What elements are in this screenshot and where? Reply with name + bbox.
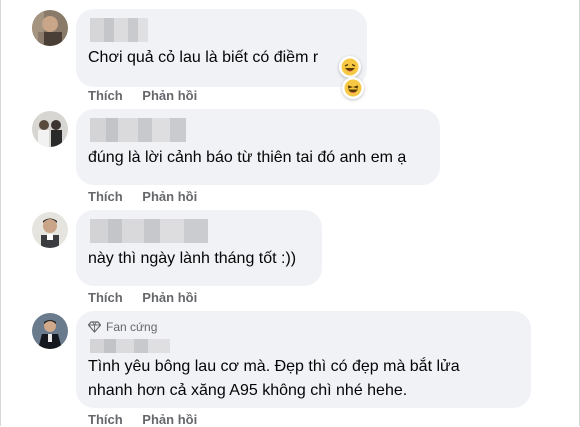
comment-actions: Thích Phản hồi	[88, 412, 213, 427]
avatar[interactable]	[32, 10, 68, 46]
haha-emoji-icon[interactable]	[339, 56, 361, 78]
like-button[interactable]: Thích	[88, 88, 123, 103]
laugh-emoji-icon[interactable]	[342, 77, 364, 99]
avatar[interactable]	[32, 212, 68, 248]
avatar[interactable]	[32, 111, 68, 147]
reply-button[interactable]: Phản hồi	[142, 412, 197, 427]
comment-text: đúng là lời cảnh báo từ thiên tai đó anh…	[88, 149, 407, 166]
comment-bubble: đúng là lời cảnh báo từ thiên tai đó anh…	[76, 109, 440, 185]
author-name-blurred[interactable]	[90, 118, 186, 142]
comment-actions: Thích Phản hồi	[88, 88, 213, 103]
comment-text: Tình yêu bông lau cơ mà. Đẹp thì có đẹp …	[88, 358, 460, 399]
like-button[interactable]: Thích	[88, 290, 123, 305]
comment-actions: Thích Phản hồi	[88, 290, 213, 305]
comment-text: Chơi quả cỏ lau là biết có điềm r	[88, 49, 319, 66]
like-button[interactable]: Thích	[88, 189, 123, 204]
diamond-icon	[88, 321, 101, 333]
reply-button[interactable]: Phản hồi	[142, 88, 197, 103]
comment-bubble: Chơi quả cỏ lau là biết có điềm r	[76, 9, 367, 87]
author-name-blurred[interactable]	[90, 339, 170, 353]
avatar[interactable]	[32, 313, 68, 349]
fan-badge-label: Fan cứng	[106, 320, 158, 334]
author-name-blurred[interactable]	[90, 219, 208, 243]
comment-bubble: Fan cứng Tình yêu bông lau cơ mà. Đẹp th…	[76, 311, 531, 408]
reply-button[interactable]: Phản hồi	[142, 290, 197, 305]
reply-button[interactable]: Phản hồi	[142, 189, 197, 204]
comment-actions: Thích Phản hồi	[88, 189, 213, 204]
like-button[interactable]: Thích	[88, 412, 123, 427]
author-name-blurred[interactable]	[90, 18, 148, 42]
comment-bubble: này thì ngày lành tháng tốt :))	[76, 210, 322, 286]
fan-badge[interactable]: Fan cứng	[88, 319, 519, 335]
comment-text: này thì ngày lành tháng tốt :))	[88, 250, 297, 267]
